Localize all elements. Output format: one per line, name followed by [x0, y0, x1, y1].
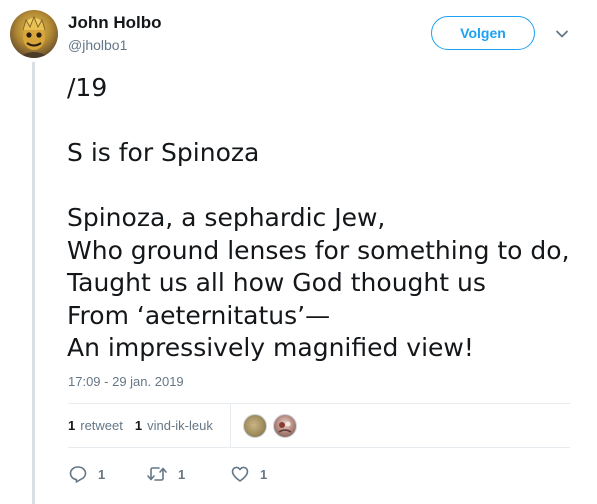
retweet-icon [147, 467, 167, 481]
tweet-text: /19 S is for Spinoza Spinoza, a sephardi… [67, 72, 587, 365]
likes-label: vind-ik-leuk [147, 418, 213, 433]
heart-icon [231, 466, 249, 482]
tweet-line: An impressively magnified view! [67, 333, 474, 362]
avatar-image [18, 15, 50, 58]
liker-avatar[interactable] [273, 414, 297, 438]
chevron-down-icon [556, 30, 568, 38]
divider [68, 447, 570, 448]
tweet-stats: 1 retweet 1 vind-ik-leuk [68, 404, 225, 447]
author-name[interactable]: John Holbo [68, 13, 161, 33]
tweet-timestamp[interactable]: 17:09 - 29 jan. 2019 [68, 374, 184, 389]
like-count: 1 [260, 466, 268, 482]
reply-icon [69, 466, 87, 483]
stats-separator [230, 404, 231, 447]
tweet-permalink: John Holbo @jholbo1 Volgen /19 S is for … [0, 0, 597, 504]
liker-avatar[interactable] [243, 414, 267, 438]
author-handle[interactable]: @jholbo1 [68, 37, 127, 53]
tweet-line: From ‘aeternitatus’— [67, 300, 331, 330]
tweet-line: Spinoza, a sephardic Jew, [67, 203, 386, 232]
tweet-line: Taught us all how God thought us [67, 268, 486, 297]
tweet-actions: 1 1 1 [68, 462, 368, 486]
retweets-count: 1 [68, 418, 76, 433]
retweets-stat[interactable]: 1 retweet [68, 418, 123, 433]
retweet-count: 1 [178, 466, 186, 482]
tweet-line: Who ground lenses for something to do, [67, 235, 570, 265]
liker-avatar-image [278, 421, 292, 433]
likes-count: 1 [134, 418, 143, 433]
tweet-line: S is for Spinoza [67, 138, 260, 167]
tweet-line: /19 [67, 73, 108, 102]
reply-button[interactable]: 1 [68, 462, 105, 486]
avatar[interactable] [10, 10, 58, 58]
more-options-button[interactable] [552, 24, 572, 44]
retweet-button[interactable]: 1 [146, 462, 185, 486]
like-button[interactable]: 1 [230, 462, 267, 486]
reply-count: 1 [98, 466, 106, 482]
thread-connector-line [32, 62, 35, 504]
retweets-label: retweet [80, 418, 123, 433]
likes-stat[interactable]: 1 vind-ik-leuk [135, 418, 213, 433]
follow-button[interactable]: Volgen [431, 16, 535, 50]
